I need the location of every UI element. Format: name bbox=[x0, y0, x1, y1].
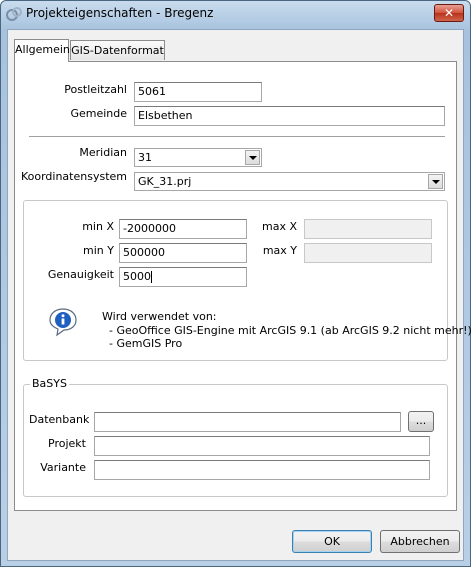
min-y-label: min Y bbox=[83, 244, 114, 257]
dialog-window: Projekteigenschaften - Bregenz ✕ Allgeme… bbox=[0, 0, 471, 567]
geooffice-logo-icon bbox=[6, 7, 22, 21]
cancel-button[interactable]: Abbrechen bbox=[380, 530, 460, 553]
browse-button[interactable]: ... bbox=[408, 411, 434, 432]
genauigkeit-label: Genauigkeit bbox=[47, 268, 114, 281]
info-line-gemgis: - GemGIS Pro bbox=[109, 337, 183, 350]
tab-allgemein[interactable]: Allgemein bbox=[14, 39, 70, 62]
basys-legend: BaSYS bbox=[30, 377, 69, 390]
basys-group: BaSYS Datenbank ... Projekt Variante bbox=[23, 377, 448, 497]
gemeinde-label: Gemeinde bbox=[70, 107, 127, 120]
dialog-client-area: Allgemein GIS-Datenformat Postleitzahl 5… bbox=[7, 29, 471, 561]
max-y-label: max Y bbox=[262, 244, 297, 257]
gemeinde-input[interactable]: Elsbethen bbox=[134, 106, 445, 126]
max-x-label: max X bbox=[262, 220, 297, 233]
koordinatensystem-value: GK_31.prj bbox=[138, 175, 192, 188]
variante-input[interactable] bbox=[94, 460, 430, 480]
max-y-input bbox=[304, 243, 432, 263]
postleitzahl-label: Postleitzahl bbox=[64, 83, 127, 96]
datenbank-input[interactable] bbox=[94, 412, 401, 432]
info-icon bbox=[49, 308, 77, 337]
min-x-input[interactable]: -2000000 bbox=[119, 219, 247, 239]
text-cursor bbox=[151, 271, 152, 283]
close-icon: ✕ bbox=[443, 6, 455, 20]
meridian-select[interactable]: 31 bbox=[134, 148, 262, 167]
genauigkeit-value: 5000 bbox=[123, 270, 151, 283]
title-bar[interactable]: Projekteigenschaften - Bregenz ✕ bbox=[1, 1, 470, 29]
max-x-input bbox=[304, 219, 432, 239]
tab-label: Allgemein bbox=[15, 43, 70, 56]
tab-panel-allgemein: Postleitzahl 5061 Gemeinde Elsbethen Mer… bbox=[14, 61, 471, 511]
window-title: Projekteigenschaften - Bregenz bbox=[26, 6, 214, 20]
chevron-down-icon[interactable] bbox=[428, 174, 443, 189]
variante-label: Variante bbox=[40, 461, 86, 474]
projekt-input[interactable] bbox=[94, 436, 430, 456]
chevron-down-icon[interactable] bbox=[245, 150, 260, 165]
extent-group: min X -2000000 max X min Y 500000 max Y … bbox=[23, 200, 471, 361]
divider bbox=[29, 136, 445, 138]
info-line-geooffice: - GeoOffice GIS-Engine mit ArcGIS 9.1 (a… bbox=[109, 324, 471, 337]
tab-gis-datenformat[interactable]: GIS-Datenformat bbox=[70, 40, 165, 60]
meridian-label: Meridian bbox=[79, 146, 127, 159]
genauigkeit-input[interactable]: 5000 bbox=[119, 267, 247, 287]
close-button[interactable]: ✕ bbox=[434, 4, 464, 22]
koordinatensystem-select[interactable]: GK_31.prj bbox=[134, 172, 445, 191]
projekt-label: Projekt bbox=[48, 437, 86, 450]
info-heading: Wird verwendet von: bbox=[102, 310, 217, 323]
postleitzahl-input[interactable]: 5061 bbox=[134, 82, 262, 102]
ok-button[interactable]: OK bbox=[292, 530, 372, 553]
min-y-input[interactable]: 500000 bbox=[119, 243, 247, 263]
datenbank-label: Datenbank bbox=[29, 413, 90, 426]
meridian-value: 31 bbox=[138, 151, 152, 164]
min-x-label: min X bbox=[82, 220, 114, 233]
tab-label: GIS-Datenformat bbox=[71, 44, 164, 57]
koordinatensystem-label: Koordinatensystem bbox=[20, 170, 127, 183]
